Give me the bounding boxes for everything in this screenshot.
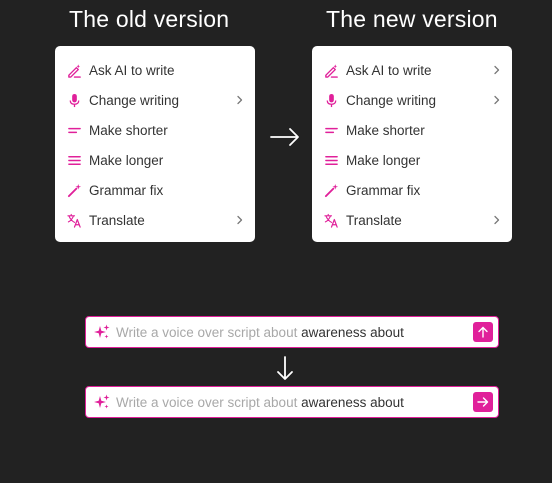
pen-sparkle-icon — [324, 63, 339, 78]
arrow-right-icon — [477, 397, 489, 407]
menu-item-translate[interactable]: Translate — [312, 205, 512, 235]
pen-sparkle-icon — [67, 63, 82, 78]
ai-prompt-input-old[interactable]: Write a voice over script about awarenes… — [85, 316, 499, 348]
arrow-up-icon — [478, 326, 488, 338]
short-text-icon — [67, 123, 82, 138]
chevron-right-icon — [235, 215, 245, 225]
menu-item-label: Grammar fix — [89, 182, 164, 198]
menu-item-label: Make longer — [89, 152, 164, 168]
menu-item-label: Make shorter — [89, 122, 168, 138]
menu-item-change-writing[interactable]: Change writing — [55, 85, 255, 115]
menu-item-make-shorter[interactable]: Make shorter — [55, 115, 255, 145]
menu-item-label: Translate — [89, 212, 145, 228]
old-version-heading: The old version — [69, 6, 230, 32]
chevron-right-icon — [492, 215, 502, 225]
menu-item-label: Ask AI to write — [346, 62, 432, 78]
new-version-heading: The new version — [326, 6, 498, 32]
prompt-placeholder: Write a voice over script about — [116, 324, 302, 340]
send-right-button[interactable] — [473, 392, 493, 412]
ai-prompt-input-new[interactable]: Write a voice over script about awarenes… — [85, 386, 499, 418]
menu-item-translate[interactable]: Translate — [55, 205, 255, 235]
prompt-placeholder: Write a voice over script about — [116, 394, 302, 410]
new-ai-menu: Ask AI to write Change writing Make shor… — [312, 46, 512, 242]
menu-item-grammar-fix[interactable]: Grammar fix — [55, 175, 255, 205]
prompt-value: awareness about — [301, 394, 404, 410]
translate-icon — [324, 213, 339, 228]
arrow-right-icon — [270, 126, 300, 148]
menu-item-make-shorter[interactable]: Make shorter — [312, 115, 512, 145]
translate-icon — [67, 213, 82, 228]
menu-item-change-writing[interactable]: Change writing — [312, 85, 512, 115]
prompt-value: awareness about — [301, 324, 404, 340]
menu-item-ask-ai[interactable]: Ask AI to write — [55, 55, 255, 85]
send-up-button[interactable] — [473, 322, 493, 342]
arrow-down-icon — [274, 356, 296, 382]
sparkle-icon — [94, 394, 110, 410]
prompt-text[interactable]: Write a voice over script about awarenes… — [116, 325, 498, 340]
sparkle-icon — [94, 324, 110, 340]
menu-item-grammar-fix[interactable]: Grammar fix — [312, 175, 512, 205]
microphone-icon — [67, 93, 82, 108]
chevron-right-icon — [492, 65, 502, 75]
menu-item-ask-ai[interactable]: Ask AI to write — [312, 55, 512, 85]
magic-wand-icon — [324, 183, 339, 198]
menu-item-make-longer[interactable]: Make longer — [55, 145, 255, 175]
magic-wand-icon — [67, 183, 82, 198]
old-ai-menu: Ask AI to write Change writing Make shor… — [55, 46, 255, 242]
menu-item-label: Make shorter — [346, 122, 425, 138]
menu-item-label: Change writing — [346, 92, 437, 108]
short-text-icon — [324, 123, 339, 138]
menu-item-label: Translate — [346, 212, 402, 228]
menu-item-label: Change writing — [89, 92, 180, 108]
chevron-right-icon — [492, 95, 502, 105]
menu-item-make-longer[interactable]: Make longer — [312, 145, 512, 175]
prompt-text[interactable]: Write a voice over script about awarenes… — [116, 395, 498, 410]
menu-item-label: Make longer — [346, 152, 421, 168]
microphone-icon — [324, 93, 339, 108]
long-text-icon — [67, 153, 82, 168]
menu-item-label: Grammar fix — [346, 182, 421, 198]
long-text-icon — [324, 153, 339, 168]
menu-item-label: Ask AI to write — [89, 62, 175, 78]
chevron-right-icon — [235, 95, 245, 105]
